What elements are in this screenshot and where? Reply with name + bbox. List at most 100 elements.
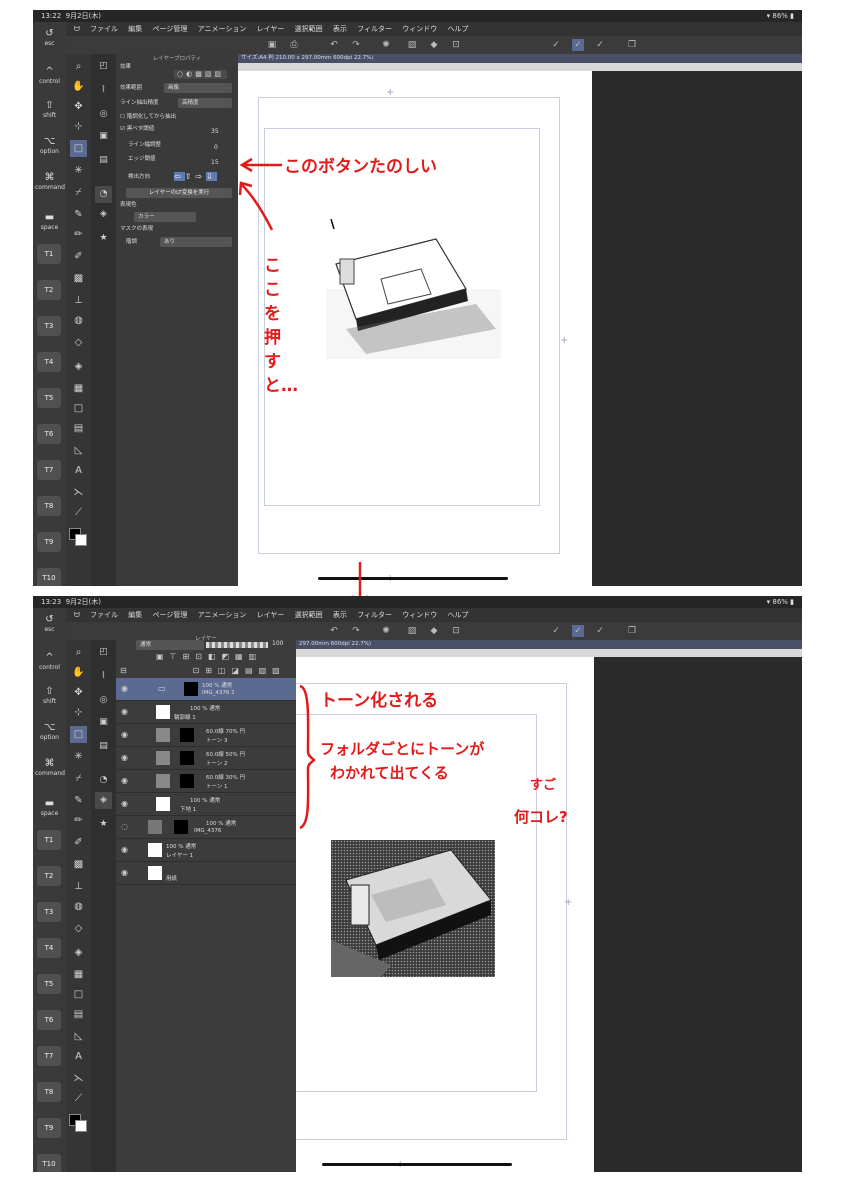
shift-key[interactable]: ⇧ shift (35, 686, 64, 706)
layers-icon[interactable]: ◈ (95, 206, 112, 223)
t2-key[interactable]: T2 (37, 280, 61, 300)
selection-icon[interactable]: □ (70, 726, 87, 743)
eye-icon[interactable]: ◉ (121, 868, 128, 877)
sub-color-swatch[interactable] (75, 1120, 87, 1132)
edge-threshold-value[interactable]: 15 (211, 159, 219, 166)
move-icon[interactable]: ✥ (70, 98, 87, 115)
t8-key[interactable]: T8 (37, 1082, 61, 1102)
material-icon[interactable]: ★ (95, 230, 112, 247)
shift-key[interactable]: ⇧ shift (35, 100, 64, 120)
menu-page[interactable]: ページ管理 (153, 611, 188, 619)
crop-icon[interactable]: ⊡ (450, 625, 462, 637)
hand-icon[interactable]: ✋ (70, 78, 87, 95)
copy-icon[interactable]: ❐ (626, 39, 638, 51)
gradient-icon[interactable]: ▦ (70, 380, 87, 397)
expression-color-select[interactable]: カラー (134, 212, 196, 222)
eye-icon[interactable]: ◉ (121, 776, 128, 785)
pen-check-icon[interactable]: ✓ (550, 625, 562, 637)
pen-icon[interactable]: ✎ (70, 206, 87, 223)
blend-icon[interactable]: ◍ (70, 312, 87, 329)
layer-property-icon[interactable]: ◔ (95, 186, 112, 203)
blend-icon[interactable]: ◍ (70, 898, 87, 915)
eraser-icon[interactable]: ◇ (70, 920, 87, 937)
option-key[interactable]: ⌥ option (35, 136, 64, 156)
t3-key[interactable]: T3 (37, 316, 61, 336)
color-set-icon[interactable]: ▤ (95, 738, 112, 755)
layer-row-paper[interactable]: ◉ 用紙 (116, 862, 296, 885)
control-key[interactable]: ^ control (35, 652, 64, 672)
gradient-icon[interactable]: ▦ (70, 966, 87, 983)
material-icon[interactable]: ★ (95, 816, 112, 833)
figure-icon[interactable]: □ (70, 400, 87, 417)
pen-check-icon[interactable]: ✓ (550, 39, 562, 51)
hand-icon[interactable]: ✋ (70, 664, 87, 681)
layer-row-tone2[interactable]: ◉ 60.0線 50% 円 トーン 2 (116, 747, 296, 770)
brush-icon[interactable]: ✐ (70, 248, 87, 265)
text-icon[interactable]: A (70, 1048, 87, 1065)
command-key[interactable]: ⌘ command (35, 172, 65, 192)
menu-help[interactable]: ヘルプ (447, 25, 468, 33)
decoration-icon[interactable]: ⊥ (70, 292, 87, 309)
command-key[interactable]: ⌘ command (35, 758, 65, 778)
option-key[interactable]: ⌥ option (35, 722, 64, 742)
menu-view[interactable]: 表示 (333, 611, 347, 619)
direction-down-icon[interactable]: ⇩ (206, 172, 217, 181)
layer-row-base[interactable]: ◉ 100 % 通常 下地 1 (116, 793, 296, 816)
save-icon[interactable]: ▣ (266, 39, 278, 51)
color-set-icon[interactable]: ▤ (95, 152, 112, 169)
decoration-icon[interactable]: ⊥ (70, 878, 87, 895)
eye-icon[interactable]: ◉ (121, 684, 128, 693)
menu-view[interactable]: 表示 (333, 25, 347, 33)
menu-edit[interactable]: 編集 (128, 611, 142, 619)
direction-up-icon[interactable]: ⇧ (185, 172, 196, 181)
layer-row-folder[interactable]: ◉ ▭ 100 % 通常 IMG_4376 2 (116, 678, 296, 701)
fill-icon[interactable]: ◆ (428, 39, 440, 51)
navigator-icon[interactable]: ◎ (95, 106, 112, 123)
line-width-value[interactable]: 0 (214, 144, 218, 151)
undo-icon[interactable]: ↶ (328, 625, 340, 637)
copy-icon[interactable]: ❐ (626, 625, 638, 637)
frame-icon[interactable]: ▤ (70, 1006, 87, 1023)
t8-key[interactable]: T8 (37, 496, 61, 516)
crop-icon[interactable]: ⊡ (450, 39, 462, 51)
menu-file[interactable]: ファイル (90, 25, 118, 33)
t10-key[interactable]: T10 (37, 1154, 61, 1172)
menu-window[interactable]: ウィンドウ (402, 25, 437, 33)
control-key[interactable]: ^ control (35, 66, 64, 86)
frame-icon[interactable]: ▤ (70, 420, 87, 437)
eyedropper-icon[interactable]: ⌿ (70, 770, 87, 787)
print-icon[interactable]: ⎙ (288, 39, 300, 51)
auto-select-icon[interactable]: ✳ (70, 748, 87, 765)
pen-alt-icon[interactable]: ✓ (594, 39, 606, 51)
layer-row-tone3[interactable]: ◉ 60.0線 70% 円 トーン 3 (116, 724, 296, 747)
pencil-icon[interactable]: ✏ (70, 812, 87, 829)
eye-icon[interactable]: ◉ (121, 730, 128, 739)
eye-icon[interactable]: ◌ (121, 822, 128, 831)
eye-icon[interactable]: ◉ (121, 845, 128, 854)
menu-window[interactable]: ウィンドウ (402, 611, 437, 619)
esc-key[interactable]: ↺ esc (35, 28, 64, 48)
t1-key[interactable]: T1 (37, 244, 61, 264)
layer-row-tone1[interactable]: ◉ 60.0線 30% 円 トーン 1 (116, 770, 296, 793)
balloon-icon[interactable]: ⋋ (70, 1070, 87, 1087)
menu-filter[interactable]: フィルター (357, 25, 392, 33)
eye-icon[interactable]: ◉ (121, 799, 128, 808)
ruler-icon[interactable]: ◺ (70, 442, 87, 459)
clear-icon[interactable]: ▨ (406, 625, 418, 637)
menu-layer[interactable]: レイヤー (257, 611, 285, 619)
move-icon[interactable]: ✥ (70, 684, 87, 701)
menu-edit[interactable]: 編集 (128, 25, 142, 33)
layer-toolbar-row1[interactable]: ▣⊤⊞⊡◧◩▦▥ (156, 652, 262, 661)
brush-icon[interactable]: ✐ (70, 834, 87, 851)
fill-bucket-icon[interactable]: ◈ (70, 944, 87, 961)
layer-row-outline[interactable]: ◉ 100 % 通常 輪郭線 1 (116, 701, 296, 724)
menu-file[interactable]: ファイル (90, 611, 118, 619)
menu-page[interactable]: ページ管理 (153, 25, 188, 33)
airbrush-icon[interactable]: ▩ (70, 270, 87, 287)
black-threshold-checkbox-icon[interactable]: ☑ (120, 126, 125, 132)
pen-alt-icon[interactable]: ✓ (594, 625, 606, 637)
sub-color-swatch[interactable] (75, 534, 87, 546)
rect-select-icon[interactable]: ◰ (95, 58, 112, 75)
redo-icon[interactable]: ↷ (350, 625, 362, 637)
eye-icon[interactable]: ◉ (121, 707, 128, 716)
